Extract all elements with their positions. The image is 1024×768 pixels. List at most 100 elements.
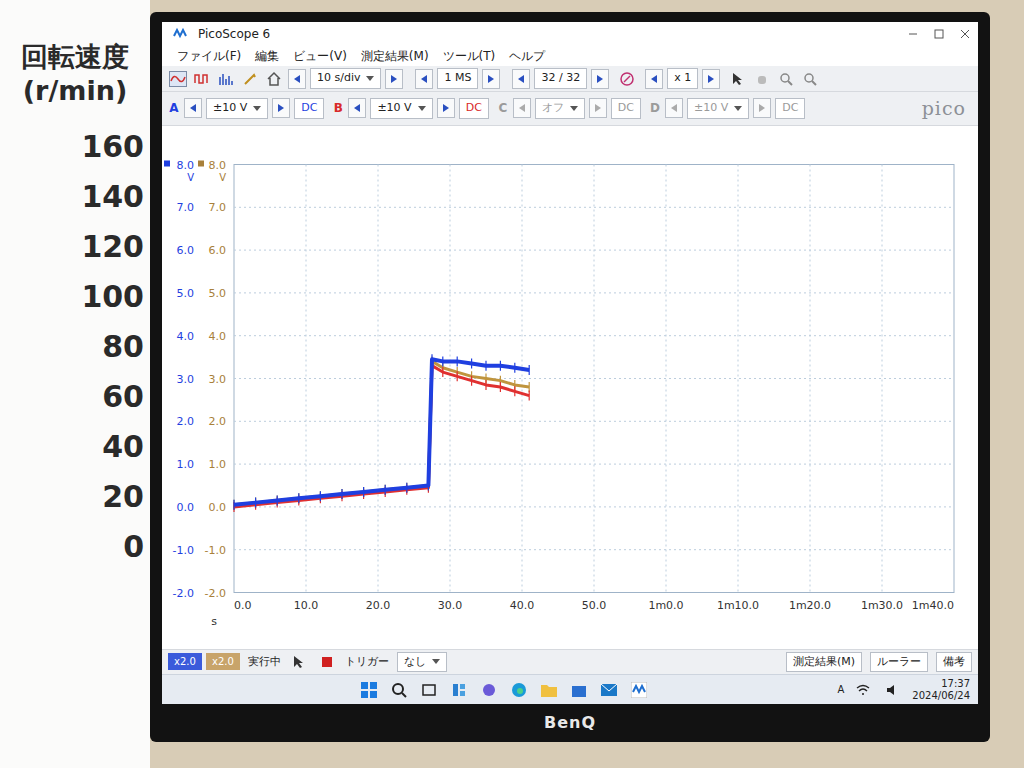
channel-color-mark: C: [497, 99, 509, 117]
channel-letter[interactable]: A: [168, 99, 180, 117]
speed-value: 40: [102, 422, 144, 472]
ime-indicator[interactable]: A: [838, 682, 845, 697]
channel-range-up-button[interactable]: [589, 98, 607, 118]
measure-button[interactable]: 測定結果(M): [786, 652, 862, 673]
search-icon[interactable]: [388, 679, 410, 701]
channel-coupling-field[interactable]: DC: [459, 98, 489, 119]
channel-range-field[interactable]: オフ: [535, 98, 585, 119]
minimize-icon[interactable]: [908, 29, 918, 39]
channel-range-field[interactable]: ±10 V: [370, 98, 432, 119]
channel-toolbar: A±10 VDCB±10 VDCCオフDCD±10 VDC pico: [162, 92, 978, 126]
channel-coupling-field[interactable]: DC: [294, 98, 324, 119]
y-tick-label: 2.0: [209, 415, 227, 428]
channel-range-field[interactable]: ±10 V: [206, 98, 268, 119]
scale-chip[interactable]: x2.0: [168, 653, 202, 670]
store-icon[interactable]: [568, 679, 590, 701]
scale-chip[interactable]: x2.0: [206, 653, 240, 670]
series-point: [529, 382, 530, 392]
volume-icon[interactable]: [882, 679, 904, 701]
monitor: PicoScope 6 ファイル(F)編集ビュー(V)測定結果(M)ツール(T)…: [150, 12, 990, 742]
x-tick-label: 0.0: [234, 598, 252, 611]
samples-down-button[interactable]: [415, 69, 433, 89]
timebase-up-button[interactable]: [385, 69, 403, 89]
menu-item[interactable]: ツール(T): [436, 47, 503, 65]
channel-range-up-button[interactable]: [272, 98, 290, 118]
maximize-icon[interactable]: [934, 29, 944, 39]
menu-item[interactable]: 測定結果(M): [354, 47, 436, 65]
channel-range-down-button[interactable]: [348, 98, 366, 118]
clock[interactable]: 17:37 2024/06/24: [912, 678, 970, 701]
close-icon[interactable]: [960, 29, 970, 39]
run-icon[interactable]: [289, 652, 309, 672]
channel-range: ±10 V: [694, 100, 728, 117]
samples-field[interactable]: 1 MS: [437, 68, 478, 89]
series-point: [385, 484, 386, 494]
y-tick-label: 6.0: [209, 244, 227, 257]
series-point: [341, 489, 342, 499]
samples-up-button[interactable]: [482, 69, 500, 89]
trigger-select[interactable]: なし: [397, 652, 447, 673]
menu-item[interactable]: 編集: [248, 47, 286, 65]
channel-range-field[interactable]: ±10 V: [687, 98, 749, 119]
menu-item[interactable]: ヘルプ: [502, 47, 552, 65]
menu-item[interactable]: ファイル(F): [170, 47, 248, 65]
x-tick-label: 1m10.0: [717, 598, 759, 611]
toolbar: 10 s/div 1 MS 32 / 32 x 1: [162, 66, 978, 92]
scene: 回転速度 (r/min) 160140120100806040200 PicoS…: [0, 0, 1024, 768]
y-tick-label: 1.0: [177, 458, 195, 471]
timebase-field[interactable]: 10 s/div: [310, 68, 381, 89]
channel-letter[interactable]: B: [332, 99, 344, 117]
zoom-field[interactable]: x 1: [667, 68, 698, 89]
ruler-button[interactable]: ルーラー: [870, 652, 928, 673]
windows-start-icon[interactable]: [358, 679, 380, 701]
series-line: [234, 365, 529, 506]
stop-icon[interactable]: [317, 652, 337, 672]
spectrum-mode-icon[interactable]: [216, 69, 236, 89]
compass-icon[interactable]: [617, 69, 637, 89]
oscilloscope-chart[interactable]: 8.07.06.05.04.03.02.01.00.0-1.0-2.0V8.07…: [162, 126, 978, 649]
channel-coupling: DC: [301, 100, 317, 117]
channel-letter[interactable]: C: [497, 99, 509, 117]
picoscope-task-icon[interactable]: [628, 679, 650, 701]
x-tick-label: 10.0: [294, 598, 319, 611]
tools-icon[interactable]: [240, 69, 260, 89]
buffer-next-button[interactable]: [591, 69, 609, 89]
folder-icon[interactable]: [538, 679, 560, 701]
series-point: [363, 486, 364, 496]
edge-browser-icon[interactable]: [508, 679, 530, 701]
menu-item[interactable]: ビュー(V): [286, 47, 354, 65]
channel-range-up-button[interactable]: [437, 98, 455, 118]
channel-coupling-field[interactable]: DC: [775, 98, 805, 119]
buffer-prev-button[interactable]: [512, 69, 530, 89]
series: [234, 354, 529, 510]
pointer-icon[interactable]: [728, 69, 748, 89]
zoom-in-icon[interactable]: [776, 69, 796, 89]
zoom-down-button[interactable]: [645, 69, 663, 89]
x-tick-label: 20.0: [366, 598, 391, 611]
chat-icon[interactable]: [478, 679, 500, 701]
series-point: [500, 360, 501, 370]
buffer-field[interactable]: 32 / 32: [534, 68, 587, 89]
status-right: 測定結果(M) ルーラー 備考: [786, 652, 972, 673]
zoom-up-button[interactable]: [702, 69, 720, 89]
zoom-out-icon[interactable]: [800, 69, 820, 89]
mail-icon[interactable]: [598, 679, 620, 701]
channel-range-up-button[interactable]: [753, 98, 771, 118]
hand-icon[interactable]: [752, 69, 772, 89]
notes-button[interactable]: 備考: [936, 652, 972, 673]
timebase-down-button[interactable]: [288, 69, 306, 89]
home-icon[interactable]: [264, 69, 284, 89]
y-axis: 8.07.06.05.04.03.02.01.00.0-1.0-2.0V: [164, 158, 194, 599]
persistence-mode-icon[interactable]: [192, 69, 212, 89]
channel-range-down-button[interactable]: [513, 98, 531, 118]
channel-letter[interactable]: D: [649, 99, 661, 117]
network-icon[interactable]: [852, 679, 874, 701]
series-point: [255, 497, 256, 507]
channel-range-down-button[interactable]: [184, 98, 202, 118]
channel-range-down-button[interactable]: [665, 98, 683, 118]
scope-mode-icon[interactable]: [168, 69, 188, 89]
series-point: [500, 382, 501, 392]
channel-coupling-field[interactable]: DC: [611, 98, 641, 119]
widgets-icon[interactable]: [448, 679, 470, 701]
task-view-icon[interactable]: [418, 679, 440, 701]
